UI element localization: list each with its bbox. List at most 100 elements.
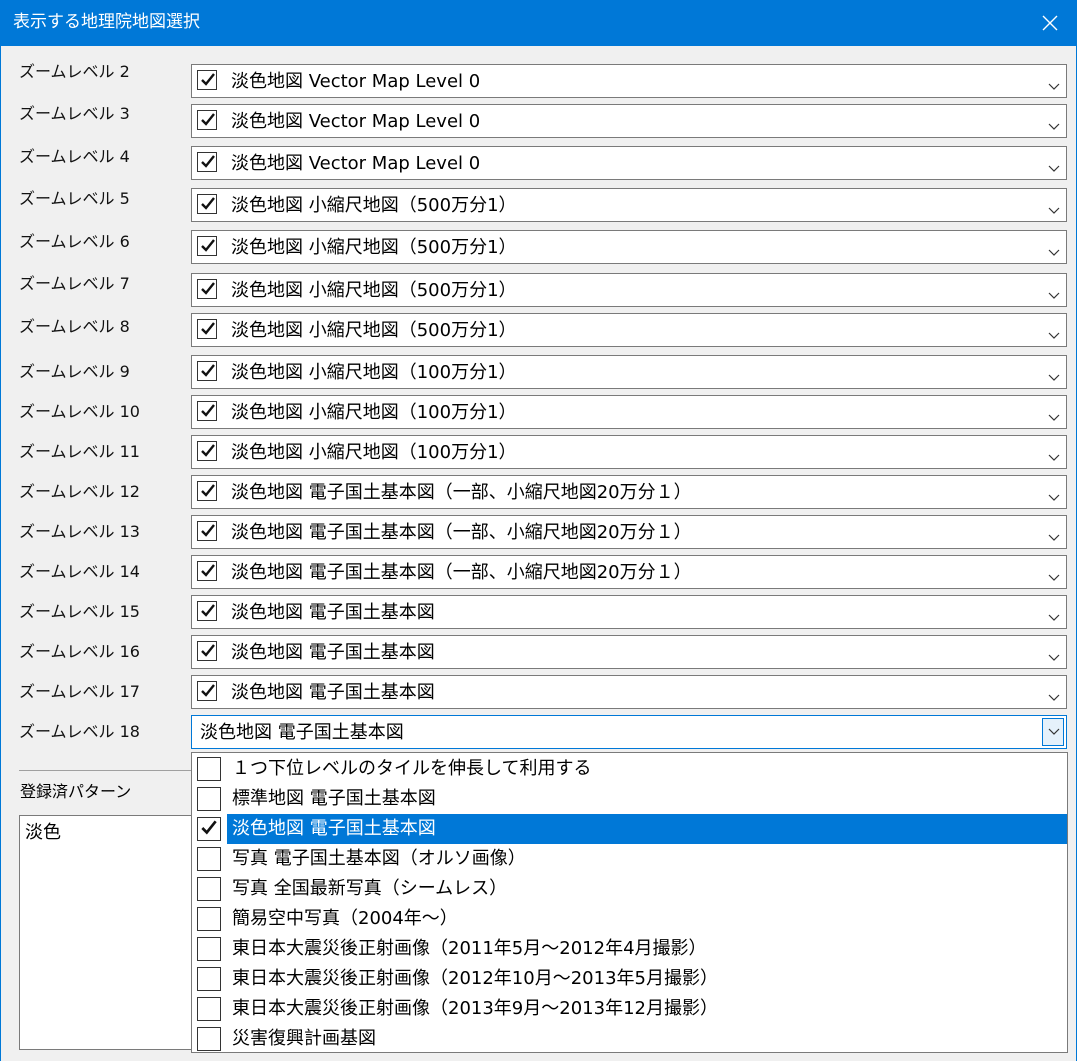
option-checkbox[interactable] — [197, 967, 221, 991]
zoom-level-map-select[interactable]: 淡色地図 電子国土基本図 — [191, 595, 1067, 629]
option-checkbox[interactable] — [197, 787, 221, 811]
dropdown-option[interactable]: 淡色地図 電子国土基本図 — [192, 814, 1067, 844]
selected-map-text: 淡色地図 小縮尺地図（100万分1） — [231, 362, 517, 383]
option-checkbox[interactable] — [197, 937, 221, 961]
dropdown-arrow[interactable] — [1048, 285, 1060, 299]
option-checkbox[interactable] — [197, 817, 221, 841]
zoom-level-map-select[interactable]: 淡色地図 小縮尺地図（500万分1） — [191, 313, 1067, 347]
map-select-dropdown[interactable]: １つ下位レベルのタイルを伸長して利用する 標準地図 電子国土基本図 淡色地図 電子国… — [191, 752, 1068, 1053]
zoom-level-label: ズームレベル 11 — [19, 442, 140, 461]
zoom-level-map-select[interactable]: 淡色地図 電子国土基本図（一部、小縮尺地図20万分１） — [191, 475, 1067, 509]
map-checkbox[interactable] — [197, 521, 217, 541]
dropdown-arrow[interactable] — [1048, 325, 1060, 339]
chevron-down-icon — [1048, 414, 1060, 421]
zoom-level-map-select[interactable]: 淡色地図 小縮尺地図（100万分1） — [191, 395, 1067, 429]
zoom-level-map-select[interactable]: 淡色地図 小縮尺地図（500万分1） — [191, 188, 1067, 222]
dropdown-arrow[interactable] — [1048, 447, 1060, 461]
map-checkbox[interactable] — [197, 279, 217, 299]
option-checkbox[interactable] — [197, 907, 221, 931]
chevron-down-icon — [1048, 728, 1060, 735]
zoom-level-map-select[interactable]: 淡色地図 Vector Map Level 0 — [191, 104, 1067, 138]
check-mark-icon — [201, 524, 215, 537]
dropdown-option[interactable]: １つ下位レベルのタイルを伸長して利用する — [192, 754, 1067, 784]
zoom-level-map-select[interactable]: 淡色地図 Vector Map Level 0 — [191, 146, 1067, 180]
zoom-level-map-select[interactable]: 淡色地図 電子国土基本図 — [191, 635, 1067, 669]
map-checkbox[interactable] — [197, 70, 217, 90]
dropdown-arrow[interactable] — [1048, 367, 1060, 381]
map-checkbox[interactable] — [197, 361, 217, 381]
option-checkbox[interactable] — [197, 877, 221, 901]
dropdown-arrow[interactable] — [1048, 567, 1060, 581]
map-checkbox[interactable] — [197, 601, 217, 621]
zoom-level-label: ズームレベル 15 — [19, 602, 140, 621]
chevron-down-icon — [1048, 614, 1060, 621]
zoom-level-label: ズームレベル 7 — [19, 274, 130, 293]
dropdown-arrow[interactable] — [1048, 116, 1060, 130]
dropdown-arrow[interactable] — [1048, 687, 1060, 701]
dropdown-option[interactable]: 災害復興計画基図 — [192, 1024, 1067, 1054]
dropdown-option[interactable]: 東日本大震災後正射画像（2011年5月～2012年4月撮影） — [192, 934, 1067, 964]
dropdown-arrow[interactable] — [1048, 407, 1060, 421]
dropdown-arrow[interactable] — [1048, 647, 1060, 661]
close-icon — [1042, 15, 1058, 31]
chevron-down-icon — [1048, 83, 1060, 90]
option-label: 東日本大震災後正射画像（2012年10月～2013年5月撮影） — [232, 968, 718, 989]
dropdown-arrow[interactable] — [1048, 158, 1060, 172]
selected-map-text: 淡色地図 電子国土基本図（一部、小縮尺地図20万分１） — [231, 522, 692, 543]
dropdown-option[interactable]: 簡易空中写真（2004年～） — [192, 904, 1067, 934]
map-checkbox[interactable] — [197, 152, 217, 172]
zoom-level-map-select[interactable]: 淡色地図 電子国土基本図（一部、小縮尺地図20万分１） — [191, 515, 1067, 549]
dropdown-option[interactable]: 標準地図 電子国土基本図 — [192, 784, 1067, 814]
map-checkbox[interactable] — [197, 481, 217, 501]
map-checkbox[interactable] — [197, 441, 217, 461]
map-checkbox[interactable] — [197, 236, 217, 256]
map-checkbox[interactable] — [197, 110, 217, 130]
map-checkbox[interactable] — [197, 319, 217, 339]
registered-pattern-item[interactable]: 淡色 — [25, 822, 61, 844]
zoom-level-map-select[interactable]: 淡色地図 小縮尺地図（100万分1） — [191, 355, 1067, 389]
map-checkbox[interactable] — [197, 401, 217, 421]
dropdown-toggle-button[interactable] — [1042, 718, 1064, 746]
registered-patterns-list[interactable]: 淡色 — [19, 815, 199, 1050]
map-checkbox[interactable] — [197, 561, 217, 581]
dropdown-arrow[interactable] — [1048, 607, 1060, 621]
map-checkbox[interactable] — [197, 194, 217, 214]
check-mark-icon — [201, 820, 217, 835]
option-checkbox[interactable] — [197, 757, 221, 781]
close-button[interactable] — [1023, 0, 1077, 46]
option-checkbox[interactable] — [197, 1027, 221, 1051]
dropdown-arrow[interactable] — [1048, 242, 1060, 256]
zoom-level-label: ズームレベル 12 — [19, 482, 140, 501]
dropdown-option[interactable]: 写真 電子国土基本図（オルソ画像） — [192, 844, 1067, 874]
zoom-level-map-select[interactable]: 淡色地図 電子国土基本図 — [191, 675, 1067, 709]
zoom-level-map-select[interactable]: 淡色地図 小縮尺地図（500万分1） — [191, 230, 1067, 264]
check-mark-icon — [201, 155, 215, 168]
zoom-level-label: ズームレベル 10 — [19, 402, 140, 421]
zoom-level-label: ズームレベル 9 — [19, 362, 130, 381]
dropdown-arrow[interactable] — [1048, 200, 1060, 214]
option-label: 簡易空中写真（2004年～） — [232, 908, 458, 929]
zoom-level-map-select[interactable]: 淡色地図 電子国土基本図（一部、小縮尺地図20万分１） — [191, 555, 1067, 589]
selected-map-text: 淡色地図 小縮尺地図（100万分1） — [231, 442, 517, 463]
option-label: 淡色地図 電子国土基本図 — [232, 818, 436, 839]
dropdown-option[interactable]: 東日本大震災後正射画像（2012年10月～2013年5月撮影） — [192, 964, 1067, 994]
zoom-level-map-select[interactable]: 淡色地図 小縮尺地図（500万分1） — [191, 273, 1067, 307]
zoom-level-map-select[interactable]: 淡色地図 Vector Map Level 0 — [191, 64, 1067, 98]
dropdown-arrow[interactable] — [1048, 527, 1060, 541]
chevron-down-icon — [1048, 374, 1060, 381]
option-checkbox[interactable] — [197, 997, 221, 1021]
option-label: 標準地図 電子国土基本図 — [232, 788, 436, 809]
option-label: １つ下位レベルのタイルを伸長して利用する — [232, 758, 592, 779]
dropdown-option[interactable]: 写真 全国最新写真（シームレス） — [192, 874, 1067, 904]
dropdown-arrow[interactable] — [1048, 76, 1060, 90]
option-checkbox[interactable] — [197, 847, 221, 871]
map-checkbox[interactable] — [197, 641, 217, 661]
dropdown-arrow[interactable] — [1048, 487, 1060, 501]
check-mark-icon — [201, 404, 215, 417]
zoom-level-map-select[interactable]: 淡色地図 電子国土基本図 — [191, 715, 1067, 749]
check-mark-icon — [201, 197, 215, 210]
map-checkbox[interactable] — [197, 681, 217, 701]
zoom-level-map-select[interactable]: 淡色地図 小縮尺地図（100万分1） — [191, 435, 1067, 469]
chevron-down-icon — [1048, 249, 1060, 256]
dropdown-option[interactable]: 東日本大震災後正射画像（2013年9月～2013年12月撮影） — [192, 994, 1067, 1024]
